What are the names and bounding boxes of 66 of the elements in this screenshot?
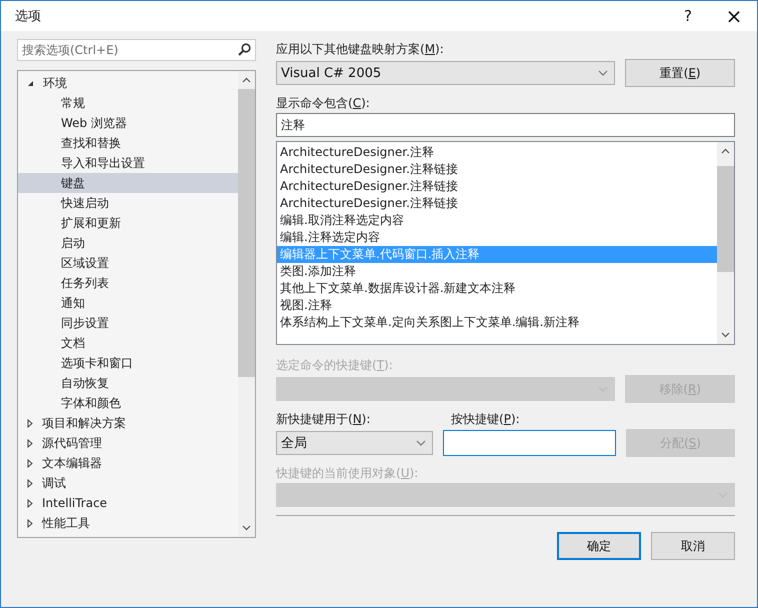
tree-item[interactable]: 源代码管理 [18, 433, 238, 453]
tree-item[interactable]: 环境 [18, 73, 238, 93]
command-item[interactable]: 编辑.取消注释选定内容 [277, 212, 717, 229]
command-item[interactable]: ArchitectureDesigner.注释链接 [277, 195, 717, 212]
tree-item[interactable]: 键盘 [18, 173, 238, 193]
command-item[interactable]: 视图.注释 [277, 297, 717, 314]
dialog-button[interactable]: 确定 [557, 532, 641, 560]
collapsed-triangle-icon [27, 498, 33, 508]
scroll-down-icon [721, 332, 730, 338]
command-item[interactable]: 体系结构上下文菜单.定向关系图上下文菜单.编辑.新注释 [277, 314, 717, 331]
scope-label: 新快捷键用于(N): [276, 411, 372, 428]
scope-dropdown[interactable]: 全局 [276, 431, 433, 455]
tree-item[interactable]: 常规 [18, 93, 238, 113]
mapping-dropdown[interactable]: Visual C# 2005 [276, 61, 616, 85]
tree-item[interactable]: Web 浏览器 [18, 113, 238, 133]
tree-item[interactable]: 启动 [18, 233, 238, 253]
scroll-down-icon [242, 525, 251, 531]
tree-item[interactable]: 自动恢复 [18, 373, 238, 393]
search-field[interactable]: 搜索选项(Ctrl+E) [17, 39, 256, 61]
tree-item[interactable]: 查找和替换 [18, 133, 238, 153]
tree-item[interactable]: 同步设置 [18, 313, 238, 333]
collapsed-triangle-icon [27, 518, 33, 528]
tree-item[interactable]: 区域设置 [18, 253, 238, 273]
shortcut-key-field[interactable] [442, 430, 616, 456]
scroll-up-icon [242, 77, 251, 83]
collapsed-triangle-icon [27, 478, 33, 488]
tree-item[interactable]: 通知 [18, 293, 238, 313]
chevron-down-icon [598, 70, 608, 76]
tree-item[interactable]: 选项卡和窗口 [18, 353, 238, 373]
scroll-up-icon [721, 148, 730, 154]
search-icon [238, 43, 251, 56]
command-item[interactable]: ArchitectureDesigner.注释 [277, 144, 717, 161]
tree-item[interactable]: 项目和解决方案 [18, 413, 238, 433]
collapsed-triangle-icon [27, 418, 33, 428]
window-title: 选项 [15, 8, 42, 25]
tree-item[interactable]: 快速启动 [18, 193, 238, 213]
command-item[interactable]: ArchitectureDesigner.注释链接 [277, 161, 717, 178]
collapsed-triangle-icon [27, 458, 33, 468]
command-item[interactable]: 编辑.注释选定内容 [277, 229, 717, 246]
help-button[interactable]: ? [665, 1, 711, 31]
filter-field[interactable]: 注释 [276, 113, 735, 137]
shortcuts-label: 选定命令的快捷键(T): [276, 357, 394, 374]
tree-item[interactable]: 调试 [18, 473, 238, 493]
scrollbar[interactable] [238, 71, 255, 537]
tree-item[interactable]: IntelliTrace [18, 493, 238, 513]
tree-item[interactable]: 文档 [18, 333, 238, 353]
scrollbar[interactable] [717, 142, 734, 344]
expanded-triangle-icon [27, 80, 34, 86]
command-item[interactable]: ArchitectureDesigner.注释链接 [277, 178, 717, 195]
tree-item[interactable]: 导入和导出设置 [18, 153, 238, 173]
reset-button[interactable]: 重置(E) [625, 59, 735, 87]
mapping-label: 应用以下其他键盘映射方案(M): [276, 41, 445, 58]
current-use-label: 快捷键的当前使用对象(U): [276, 465, 420, 482]
tree-item[interactable]: 任务列表 [18, 273, 238, 293]
close-button[interactable]: × [711, 1, 757, 31]
collapsed-triangle-icon [27, 438, 33, 448]
tree-item[interactable]: 扩展和更新 [18, 213, 238, 233]
command-item[interactable]: 类图.添加注释 [277, 263, 717, 280]
dialog-button[interactable]: 取消 [651, 532, 735, 560]
tree-item[interactable]: 字体和颜色 [18, 393, 238, 413]
filter-label: 显示命令包含(C): [276, 95, 371, 112]
chevron-down-icon [416, 440, 426, 446]
tree-item[interactable]: 性能工具 [18, 513, 238, 533]
shortcut-key-label: 按快捷键(P): [451, 411, 520, 428]
tree-item[interactable]: 文本编辑器 [18, 453, 238, 473]
command-item[interactable]: 其他上下文菜单.数据库设计器.新建文本注释 [277, 280, 717, 297]
